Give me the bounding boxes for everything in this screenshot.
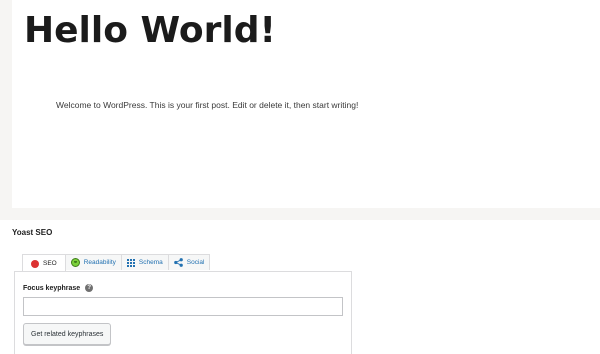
share-icon — [173, 258, 183, 267]
help-icon[interactable]: ? — [85, 284, 94, 292]
editor-left-margin — [0, 0, 12, 210]
post-title[interactable]: Hello World! — [24, 10, 276, 51]
get-related-keyphrases-button[interactable]: Get related keyphrases — [23, 323, 112, 345]
focus-keyphrase-label: Focus keyphrase ? — [23, 284, 94, 292]
yoast-tabs: SEO Readability Schema Social — [22, 254, 211, 272]
seo-tab-panel: Focus keyphrase ? Get related keyphrases — [14, 271, 352, 354]
tab-schema-label: Schema — [138, 259, 163, 266]
focus-keyphrase-input[interactable] — [23, 297, 343, 316]
post-body-paragraph[interactable]: Welcome to WordPress. This is your first… — [56, 100, 358, 110]
seo-status-icon — [31, 259, 39, 268]
focus-keyphrase-label-text: Focus keyphrase — [23, 284, 81, 292]
tab-seo[interactable]: SEO — [22, 254, 66, 272]
grid-icon — [126, 258, 135, 267]
tab-social[interactable]: Social — [167, 254, 211, 270]
yoast-metabox-title: Yoast SEO — [12, 228, 53, 237]
editor-divider — [0, 208, 600, 220]
tab-readability[interactable]: Readability — [64, 254, 122, 270]
tab-seo-label: SEO — [43, 260, 57, 267]
tab-schema[interactable]: Schema — [120, 254, 169, 270]
readability-status-icon — [70, 258, 80, 267]
post-editor: Hello World! Welcome to WordPress. This … — [0, 0, 600, 210]
tab-readability-label: Readability — [83, 259, 116, 266]
tab-social-label: Social — [186, 259, 205, 266]
